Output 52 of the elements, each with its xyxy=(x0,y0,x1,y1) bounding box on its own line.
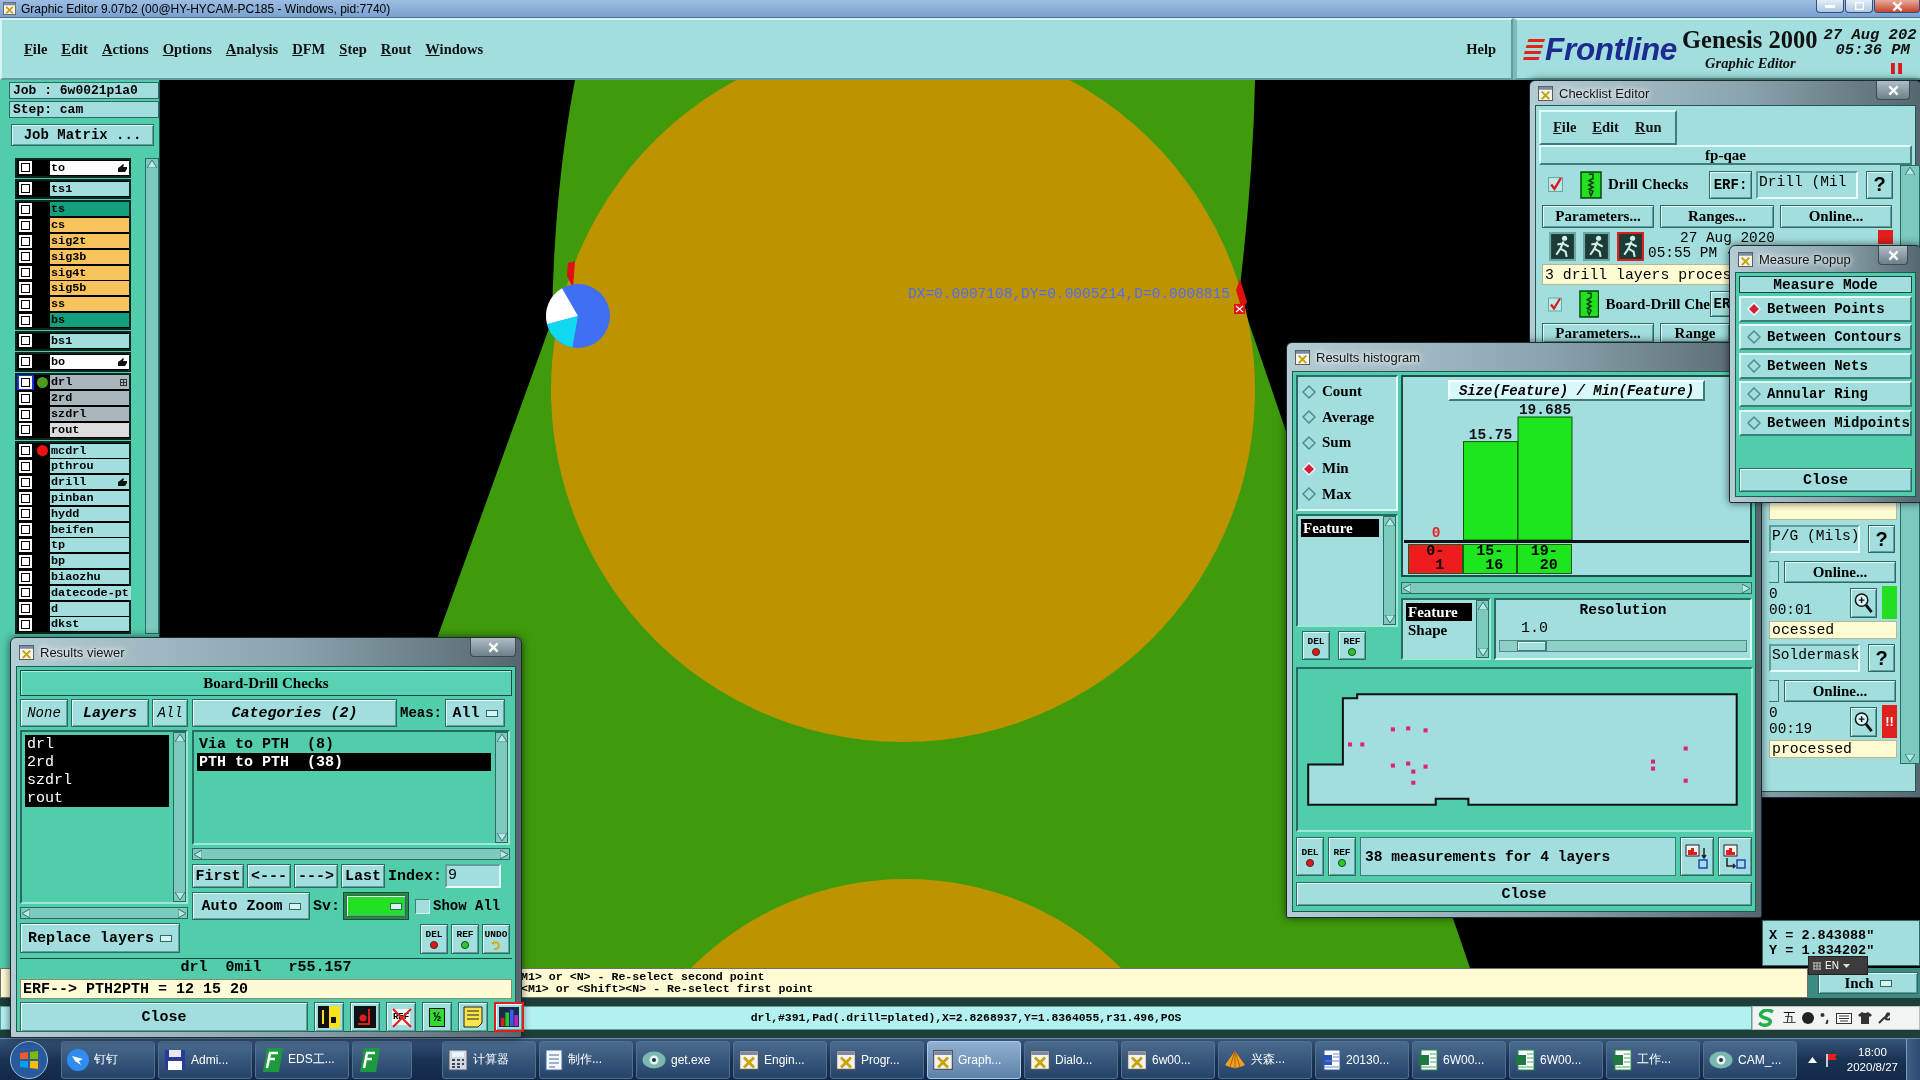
check-title: Board-Drill Checks xyxy=(20,670,512,696)
bar-value-label: 19.685 xyxy=(1518,402,1572,418)
y-coordinate: Y = 1.834202" xyxy=(1769,943,1876,958)
checkbox-label: Show All xyxy=(433,898,501,914)
product-name: Genesis 2000 xyxy=(1682,27,1818,53)
prompt-line: M1> or <N> - Re-select second point xyxy=(521,970,766,983)
step-name: Step: cam xyxy=(9,101,159,118)
prompt-line: <M1> or <Shift><N> - Re-select first point xyxy=(521,983,815,996)
clock-date: 2020/8/27 xyxy=(1846,1059,1898,1075)
resolution-value: 1.0 xyxy=(1521,621,1549,636)
check-name: Drill Checks xyxy=(1608,176,1689,193)
checklist-name: fp-qae xyxy=(1539,145,1912,165)
window-title: Results histogram xyxy=(1316,349,1421,365)
language-code: EN xyxy=(1825,960,1839,971)
status-indicator: !! xyxy=(1882,705,1897,738)
sv-label: Sv: xyxy=(313,897,340,915)
bar-value-label: 15.75 xyxy=(1468,426,1513,443)
x-tick-label: 0-1 xyxy=(1426,545,1445,573)
index-label: Index: xyxy=(388,867,442,885)
check-name: Board-Drill Che xyxy=(1605,295,1710,313)
bar-value-label: 0 xyxy=(1431,525,1441,541)
run-date: 27 Aug 2020 xyxy=(1680,232,1775,245)
run-date: 0 xyxy=(1769,707,1779,720)
window-title: Measure Popup xyxy=(1759,251,1851,267)
summary-text: 38 measurements for 4 layers xyxy=(1360,837,1676,876)
run-time: 00:01 xyxy=(1769,604,1813,617)
meas-label: Meas: xyxy=(400,705,442,721)
input-mode: 五 xyxy=(1783,1009,1796,1027)
check-message: 3 drill layers proces xyxy=(1542,264,1732,285)
run-time: 05:55 PM - xyxy=(1648,247,1735,260)
erf-text: ERF--> PTH2PTH = 12 15 20 xyxy=(20,979,512,999)
measure-mode-heading: Measure Mode xyxy=(1739,276,1912,293)
chart-title: Size(Feature) / Min(Feature) xyxy=(1447,380,1706,401)
header-date: 27 Aug 202 xyxy=(1823,28,1917,43)
x-tick-label: 19-20 xyxy=(1530,545,1558,573)
measurement-info: drl 0mil r55.157 xyxy=(20,958,512,976)
header-time: 05:36 PM xyxy=(1835,43,1910,58)
job-name: Job : 6w0021p1a0 xyxy=(9,82,159,99)
logo-text: Frontline xyxy=(1545,30,1678,68)
window-title: Checklist Editor xyxy=(1559,85,1650,101)
measurement-label: DX=0.0007108,DY=0.0005214,D=0.0008815 xyxy=(908,286,1230,302)
clock-time: 18:00 xyxy=(1858,1044,1887,1060)
product-subtitle: Graphic Editor xyxy=(1705,55,1796,72)
check-message: ocessed xyxy=(1769,621,1897,639)
window-title: Results viewer xyxy=(40,644,125,660)
run-date: 0 xyxy=(1769,588,1779,601)
x-tick-label: 15-16 xyxy=(1476,545,1504,573)
resolution-label: Resolution xyxy=(1579,602,1667,618)
check-message: processed xyxy=(1769,740,1897,758)
x-coordinate: X = 2.843088" xyxy=(1769,928,1876,943)
window-title: Graphic Editor 9.07b2 (00@HY-HYCAM-PC185 - Windows, pid:7740) xyxy=(21,1,391,16)
run-time: 00:19 xyxy=(1769,723,1813,736)
